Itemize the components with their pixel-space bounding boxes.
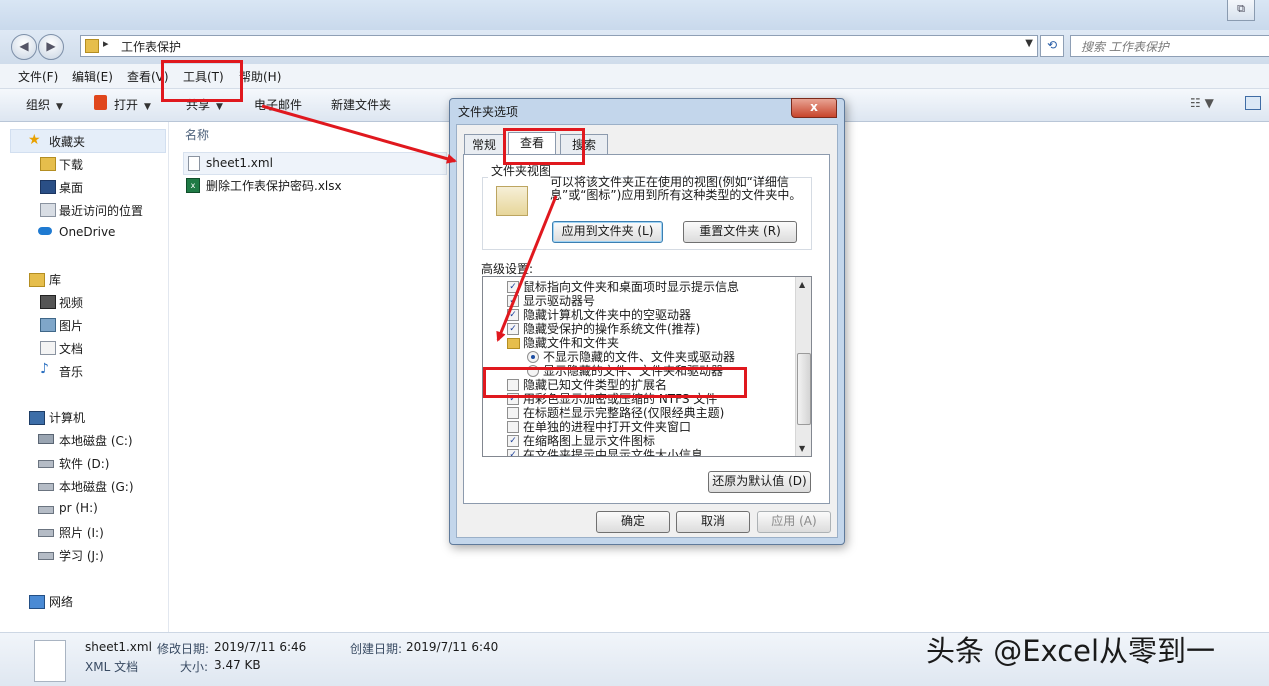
annotation-arrows [261, 104, 558, 342]
arrow-tools-to-dialog [261, 104, 457, 164]
arrow-view-to-setting [496, 195, 558, 342]
